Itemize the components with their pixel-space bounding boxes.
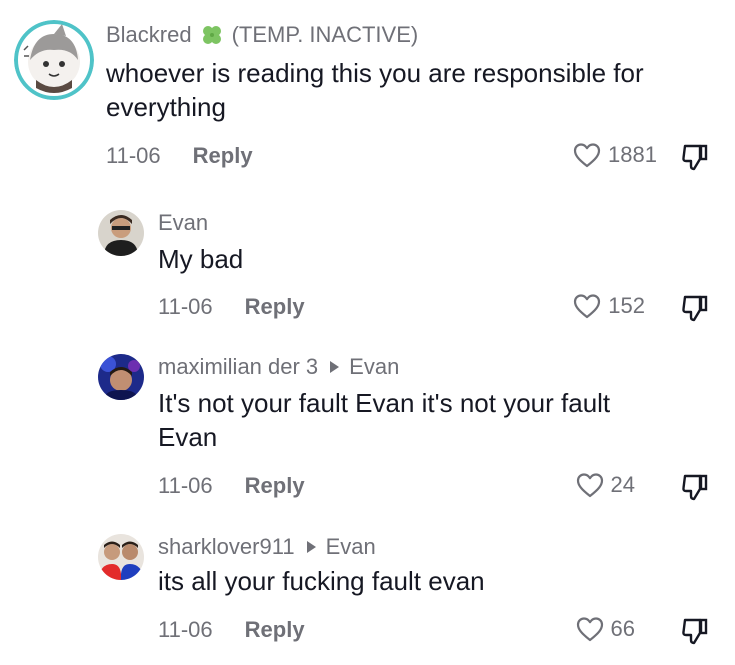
comment-username-row: Blackred (TEMP. INACTIVE) — [106, 22, 418, 48]
avatar[interactable] — [98, 354, 144, 400]
comment-meta: 11-06 Reply — [106, 143, 253, 169]
thumbs-down-icon[interactable] — [680, 142, 710, 172]
comment-item: sharklover911 Evan its all your fucking … — [0, 520, 735, 665]
like-count: 152 — [608, 293, 645, 318]
like-button[interactable]: 24 — [575, 471, 635, 499]
reply-button[interactable]: Reply — [245, 473, 305, 499]
avatar-image — [98, 354, 144, 400]
username[interactable]: sharklover911 — [158, 534, 295, 560]
avatar[interactable] — [98, 210, 144, 256]
avatar-image — [14, 20, 94, 100]
comment-text-line: everything — [106, 92, 226, 122]
comment-text-line: its all your fucking fault evan — [158, 566, 485, 596]
comment-date: 11-06 — [158, 294, 213, 319]
like-button[interactable]: 66 — [575, 615, 635, 643]
heart-outline-icon — [574, 294, 601, 319]
like-button[interactable]: 152 — [572, 292, 645, 320]
reply-to-username[interactable]: Evan — [326, 534, 376, 560]
username[interactable]: Evan — [158, 210, 208, 236]
username[interactable]: maximilian der 3 — [158, 354, 318, 380]
reply-button[interactable]: Reply — [193, 143, 253, 169]
comment-username-row: Evan — [158, 210, 208, 236]
comment-item: Evan My bad 11-06 Reply 152 — [0, 190, 735, 340]
comment-text: It's not your fault Evan it's not your f… — [158, 386, 718, 454]
reply-button[interactable]: Reply — [245, 617, 305, 643]
four-leaf-clover-icon — [202, 26, 221, 44]
heart-outline-icon — [576, 473, 603, 498]
comment-username-row: maximilian der 3 Evan — [158, 354, 399, 380]
avatar[interactable] — [14, 20, 94, 100]
comment-meta: 11-06 Reply — [158, 617, 305, 643]
comment-date: 11-06 — [106, 143, 161, 168]
comment-text-line: My bad — [158, 244, 244, 274]
thumbs-down-icon[interactable] — [680, 293, 710, 323]
heart-outline-icon — [576, 617, 603, 642]
avatar[interactable] — [98, 534, 144, 580]
comment-item: Blackred (TEMP. INACTIVE) whoever is rea… — [0, 0, 735, 190]
status-tag: (TEMP. INACTIVE) — [231, 22, 419, 47]
comment-username-row: sharklover911 Evan — [158, 534, 376, 560]
reply-to-username[interactable]: Evan — [349, 354, 399, 380]
triangle-right-icon — [306, 541, 316, 553]
comment-text-line: It's not your fault Evan it's not your f… — [158, 388, 611, 418]
comment-text-line: Evan — [158, 422, 218, 452]
like-count: 66 — [610, 616, 635, 641]
thumbs-down-icon[interactable] — [680, 616, 710, 646]
comment-item: maximilian der 3 Evan It's not your faul… — [0, 340, 735, 520]
like-count: 1881 — [608, 142, 657, 167]
username[interactable]: Blackred — [106, 22, 192, 48]
like-count: 24 — [610, 472, 635, 497]
comment-text: whoever is reading this you are responsi… — [106, 56, 726, 124]
comment-meta: 11-06 Reply — [158, 294, 305, 320]
avatar-image — [98, 534, 144, 580]
comment-text-line: whoever is reading this you are responsi… — [106, 58, 644, 88]
triangle-right-icon — [330, 361, 340, 373]
comment-meta: 11-06 Reply — [158, 473, 305, 499]
like-button[interactable]: 1881 — [572, 141, 657, 169]
comment-text: My bad — [158, 242, 718, 276]
reply-button[interactable]: Reply — [245, 294, 305, 320]
avatar-image — [98, 210, 144, 256]
comment-text: its all your fucking fault evan — [158, 564, 718, 598]
thumbs-down-icon[interactable] — [680, 472, 710, 502]
heart-outline-icon — [573, 143, 601, 168]
comment-date: 11-06 — [158, 617, 213, 642]
comment-date: 11-06 — [158, 473, 213, 498]
